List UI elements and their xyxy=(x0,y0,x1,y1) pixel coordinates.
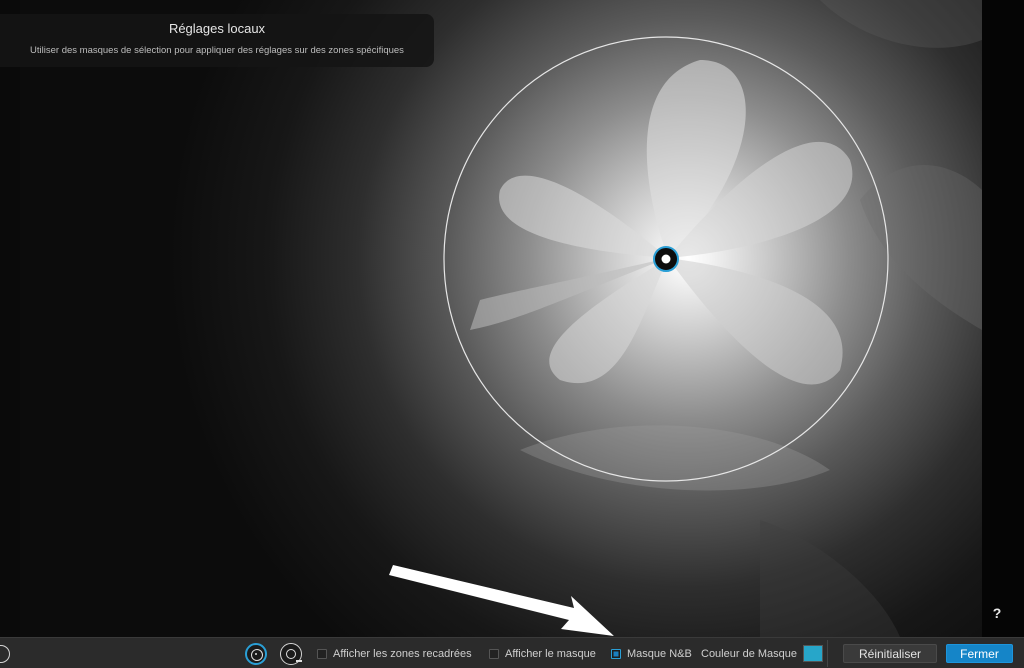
show-mask-checkbox[interactable] xyxy=(489,648,499,659)
reset-button[interactable]: Réinitialiser xyxy=(843,644,937,663)
circle-half-icon[interactable] xyxy=(0,644,10,663)
show-mask-label: Afficher le masque xyxy=(505,647,596,660)
local-adjustments-panel: Réglages locaux Utiliser des masques de … xyxy=(0,14,434,67)
show-mask-option[interactable]: Afficher le masque xyxy=(489,638,596,668)
show-cropped-checkbox[interactable] xyxy=(317,648,327,659)
radial-selection-icon[interactable] xyxy=(245,642,267,665)
mask-center-handle[interactable] xyxy=(653,246,679,272)
bw-mask-option[interactable]: Masque N&B xyxy=(611,638,692,668)
close-button[interactable]: Fermer xyxy=(946,644,1013,663)
toolbar-divider xyxy=(827,640,828,667)
bottom-toolbar: Afficher les zones recadrées Afficher le… xyxy=(0,637,1024,668)
bw-mask-label: Masque N&B xyxy=(627,647,692,660)
annotation-arrow xyxy=(389,565,614,636)
mask-color-option: Couleur de Masque xyxy=(701,638,824,668)
show-cropped-label: Afficher les zones recadrées xyxy=(333,647,472,660)
mask-color-swatch[interactable] xyxy=(803,645,824,662)
flower-shape xyxy=(470,60,853,385)
bw-mask-checkbox[interactable] xyxy=(611,648,621,659)
help-button[interactable]: ? xyxy=(987,603,1007,623)
radial-remove-icon[interactable] xyxy=(280,642,302,665)
mask-overlay xyxy=(389,0,982,637)
mask-color-label: Couleur de Masque xyxy=(701,647,798,660)
show-cropped-option[interactable]: Afficher les zones recadrées xyxy=(317,638,472,668)
panel-title: Réglages locaux xyxy=(168,21,266,36)
panel-subtitle: Utiliser des masques de sélection pour a… xyxy=(30,45,404,56)
